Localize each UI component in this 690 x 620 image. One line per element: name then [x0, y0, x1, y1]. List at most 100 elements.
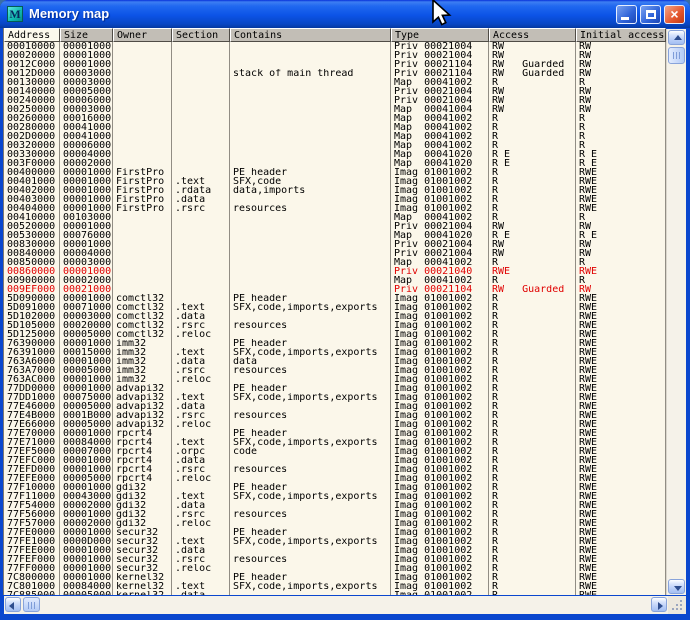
memory-row[interactable]: 77EFD00000001000rpcrt4.rsrcresourcesImag…: [4, 465, 666, 474]
memory-row[interactable]: 0083000000001000Priv 00021004RWRW: [4, 240, 666, 249]
memory-row[interactable]: 0053000000076000Map 00041020R ER E: [4, 231, 666, 240]
column-header-initial-access[interactable]: Initial access: [576, 28, 666, 42]
memory-row[interactable]: 77F1000000001000gdi32PE headerImag 01001…: [4, 483, 666, 492]
memory-row[interactable]: 0028000000041000Map 00041002RR: [4, 123, 666, 132]
cell-initial-access: RWE: [576, 267, 666, 276]
minimize-button[interactable]: [616, 5, 637, 24]
cell-access: R: [489, 573, 576, 582]
memory-row[interactable]: 77F1100000043000gdi32.textSFX,code,impor…: [4, 492, 666, 501]
resize-grip[interactable]: [668, 596, 686, 614]
memory-row[interactable]: 77F5400000002000gdi32.dataImag 01001002R…: [4, 501, 666, 510]
memory-row[interactable]: 77DD000000001000advapi32PE headerImag 01…: [4, 384, 666, 393]
column-header-type[interactable]: Type: [391, 28, 489, 42]
memory-row[interactable]: 77FE10000000D000secur32.textSFX,code,imp…: [4, 537, 666, 546]
close-button[interactable]: ×: [664, 5, 685, 24]
vertical-scrollbar[interactable]: [666, 29, 686, 595]
memory-row[interactable]: 5D10200000003000comctl32.dataImag 010010…: [4, 312, 666, 321]
memory-row[interactable]: 0032000000006000Map 00041002RR: [4, 141, 666, 150]
memory-row[interactable]: 77F5600000001000gdi32.rsrcresourcesImag …: [4, 510, 666, 519]
memory-row[interactable]: 0012C00000001000Priv 00021104RW GuardedR…: [4, 60, 666, 69]
memory-row[interactable]: 77E7000000001000rpcrt4PE headerImag 0100…: [4, 429, 666, 438]
column-header-size[interactable]: Size: [60, 28, 113, 42]
memory-row[interactable]: 0026000000016000Map 00041002RR: [4, 114, 666, 123]
column-header-contains[interactable]: Contains: [230, 28, 391, 42]
column-header-section[interactable]: Section: [172, 28, 230, 42]
memory-row[interactable]: 0040100000001000FirstPro.textSFX,codeIma…: [4, 177, 666, 186]
memory-row[interactable]: 0040200000001000FirstPro.rdatadata,impor…: [4, 186, 666, 195]
memory-row[interactable]: 0002000000001000Priv 00021004RWRW: [4, 51, 666, 60]
horizontal-scroll-thumb[interactable]: [23, 597, 40, 612]
cell-initial-access: RW: [576, 96, 666, 105]
memory-row[interactable]: 77F5700000002000gdi32.relocImag 01001002…: [4, 519, 666, 528]
memory-row[interactable]: 5D12500000005000comctl32.relocImag 01001…: [4, 330, 666, 339]
memory-row[interactable]: 5D09100000071000comctl32.textSFX,code,im…: [4, 303, 666, 312]
cell-address: 5D105000: [4, 321, 60, 330]
memory-row[interactable]: 7C80100000084000kernel32.textSFX,code,im…: [4, 582, 666, 591]
memory-row[interactable]: 77EF500000007000rpcrt4.orpccodeImag 0100…: [4, 447, 666, 456]
memory-row[interactable]: 763A700000005000imm32.rsrcresourcesImag …: [4, 366, 666, 375]
memory-row[interactable]: 77FEE00000001000secur32.dataImag 0100100…: [4, 546, 666, 555]
memory-row[interactable]: 009EF00000021000Priv 00021104RW GuardedR…: [4, 285, 666, 294]
column-header-address[interactable]: Address: [4, 28, 60, 42]
memory-row[interactable]: 0033000000004000Map 00041020R ER E: [4, 150, 666, 159]
memory-row[interactable]: 77DD100000075000advapi32.textSFX,code,im…: [4, 393, 666, 402]
memory-row[interactable]: 5D10500000020000comctl32.rsrcresourcesIm…: [4, 321, 666, 330]
cell-address: 77F11000: [4, 492, 60, 501]
cell-contains: resources: [230, 555, 391, 564]
memory-row[interactable]: 0001000000001000Priv 00021004RWRW: [4, 42, 666, 51]
cell-owner: rpcrt4: [113, 438, 172, 447]
memory-row[interactable]: 5D09000000001000comctl32PE headerImag 01…: [4, 294, 666, 303]
memory-row[interactable]: 7639100000015000imm32.textSFX,code,impor…: [4, 348, 666, 357]
scroll-down-button[interactable]: [668, 579, 685, 594]
vertical-scroll-thumb[interactable]: [668, 47, 685, 64]
memory-row[interactable]: 0052000000001000Priv 00021004RWRW: [4, 222, 666, 231]
cell-contains: PE header: [230, 294, 391, 303]
memory-row[interactable]: 0040000000001000FirstProPE headerImag 01…: [4, 168, 666, 177]
memory-row[interactable]: 77E6600000005000advapi32.relocImag 01001…: [4, 420, 666, 429]
memory-row[interactable]: 0090000000002000Map 00041002RR: [4, 276, 666, 285]
cell-section: [172, 429, 230, 438]
memory-row[interactable]: 0025000000003000Map 00041004RWRW: [4, 105, 666, 114]
memory-row[interactable]: 77FF000000001000secur32.relocImag 010010…: [4, 564, 666, 573]
memory-row[interactable]: 0040300000001000FirstPro.dataImag 010010…: [4, 195, 666, 204]
memory-row[interactable]: 7639000000001000imm32PE headerImag 01001…: [4, 339, 666, 348]
memory-row[interactable]: 7C88500000005000kernel32.dataImag 010010…: [4, 591, 666, 595]
memory-row[interactable]: 0014000000005000Priv 00021004RWRW: [4, 87, 666, 96]
cell-type: Imag 01001002: [391, 312, 489, 321]
memory-row[interactable]: 0012D00000003000stack of main threadPriv…: [4, 69, 666, 78]
scroll-right-button[interactable]: [651, 597, 667, 612]
scroll-left-button[interactable]: [5, 597, 21, 612]
memory-row[interactable]: 0085000000003000Map 00041002RR: [4, 258, 666, 267]
cell-initial-access: R: [576, 276, 666, 285]
memory-row[interactable]: 0084000000004000Priv 00021004RWRW: [4, 249, 666, 258]
memory-row[interactable]: 0040400000001000FirstPro.rsrcresourcesIm…: [4, 204, 666, 213]
cell-contains: [230, 96, 391, 105]
memory-row[interactable]: 002D000000041000Map 00041002RR: [4, 132, 666, 141]
memory-row[interactable]: 003F000000002000Map 00041020R ER E: [4, 159, 666, 168]
memory-row[interactable]: 763AC00000001000imm32.relocImag 01001002…: [4, 375, 666, 384]
memory-row[interactable]: 77E4B0000001B000advapi32.rsrcresourcesIm…: [4, 411, 666, 420]
memory-row[interactable]: 77FEF00000001000secur32.rsrcresourcesIma…: [4, 555, 666, 564]
title-bar[interactable]: M Memory map ×: [0, 0, 690, 28]
cell-contains: [230, 249, 391, 258]
cell-section: .text: [172, 438, 230, 447]
horizontal-scrollbar[interactable]: [4, 596, 668, 614]
maximize-button[interactable]: [640, 5, 661, 24]
cell-section: .data: [172, 591, 230, 595]
memory-row[interactable]: 0013000000003000Map 00041002RR: [4, 78, 666, 87]
memory-row[interactable]: 77E4600000005000advapi32.dataImag 010010…: [4, 402, 666, 411]
memory-row[interactable]: 0041000000103000Map 00041002RR: [4, 213, 666, 222]
memory-row[interactable]: 77EFC00000001000rpcrt4.dataImag 01001002…: [4, 456, 666, 465]
cell-access: R: [489, 168, 576, 177]
column-header-owner[interactable]: Owner: [113, 28, 172, 42]
scroll-up-button[interactable]: [668, 30, 685, 45]
memory-row[interactable]: 0024000000006000Priv 00021004RWRW: [4, 96, 666, 105]
memory-row[interactable]: 77E7100000084000rpcrt4.textSFX,code,impo…: [4, 438, 666, 447]
column-header-access[interactable]: Access: [489, 28, 576, 42]
memory-row[interactable]: 77FE000000001000secur32PE headerImag 010…: [4, 528, 666, 537]
memory-row[interactable]: 763A600000001000imm32.datadataImag 01001…: [4, 357, 666, 366]
memory-row[interactable]: 77EFE00000005000rpcrt4.relocImag 0100100…: [4, 474, 666, 483]
cell-address: 5D090000: [4, 294, 60, 303]
memory-row[interactable]: 7C80000000001000kernel32PE headerImag 01…: [4, 573, 666, 582]
memory-row[interactable]: 0086000000001000Priv 00021040RWERWE: [4, 267, 666, 276]
